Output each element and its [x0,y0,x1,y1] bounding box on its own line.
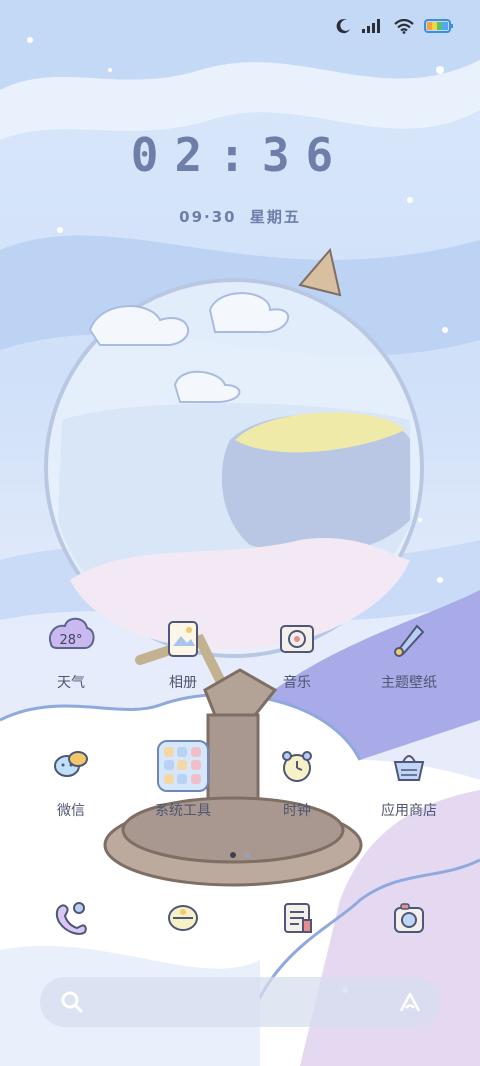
page-dot-1[interactable] [230,852,236,858]
clock-time[interactable]: 02:36 [0,128,480,182]
app-label: 音乐 [283,675,311,691]
app-label: 天气 [57,675,85,691]
app-label: 微信 [57,803,85,819]
dock-camera[interactable] [354,890,464,946]
dock-phone[interactable] [16,890,126,946]
assistant-icon[interactable] [398,990,422,1014]
music-icon [280,625,314,653]
app-clock[interactable]: 时钟 [242,738,352,820]
page-dot-2[interactable] [244,852,250,858]
app-weather[interactable]: 28° 天气 [16,610,126,692]
battery-icon [424,19,453,33]
home-screen: 02:36 09·30 星期五 28° 天气 相册 音乐 主题壁纸 微信 系统工… [0,0,480,1066]
app-label: 应用商店 [381,803,437,819]
dock-messages[interactable] [128,890,238,946]
themes-icon [394,624,425,657]
date-weekday: 星期五 [249,208,301,226]
signal-icon [362,19,380,33]
app-label: 系统工具 [155,803,211,819]
app-music[interactable]: 音乐 [242,610,352,692]
notes-icon [284,903,312,933]
weather-temp: 28° [59,633,82,648]
gallery-icon [168,621,198,657]
phone-icon [55,902,87,935]
date-day: 09·30 [179,208,237,226]
app-store[interactable]: 应用商店 [354,738,464,820]
messages-icon [168,905,198,931]
app-label: 时钟 [283,803,311,819]
status-bar [336,18,454,34]
clock-date[interactable]: 09·30 星期五 [0,206,480,227]
search-icon[interactable] [60,990,84,1014]
app-wechat[interactable]: 微信 [16,738,126,820]
app-store-icon [393,755,425,781]
weather-icon: 28° [49,617,95,649]
app-label: 主题壁纸 [381,675,437,691]
clock-icon [282,751,312,782]
app-label: 相册 [169,675,197,691]
moon-icon [336,19,350,34]
wechat-icon [54,751,88,777]
app-gallery[interactable]: 相册 [128,610,238,692]
camera-icon [394,903,424,933]
dock-notes[interactable] [242,890,352,946]
page-indicator[interactable] [0,852,480,858]
folder-icon [157,740,209,792]
wifi-icon [394,18,414,34]
app-system-tools-folder[interactable]: 系统工具 [128,738,238,820]
app-themes[interactable]: 主题壁纸 [354,610,464,692]
search-bar[interactable] [40,977,440,1027]
